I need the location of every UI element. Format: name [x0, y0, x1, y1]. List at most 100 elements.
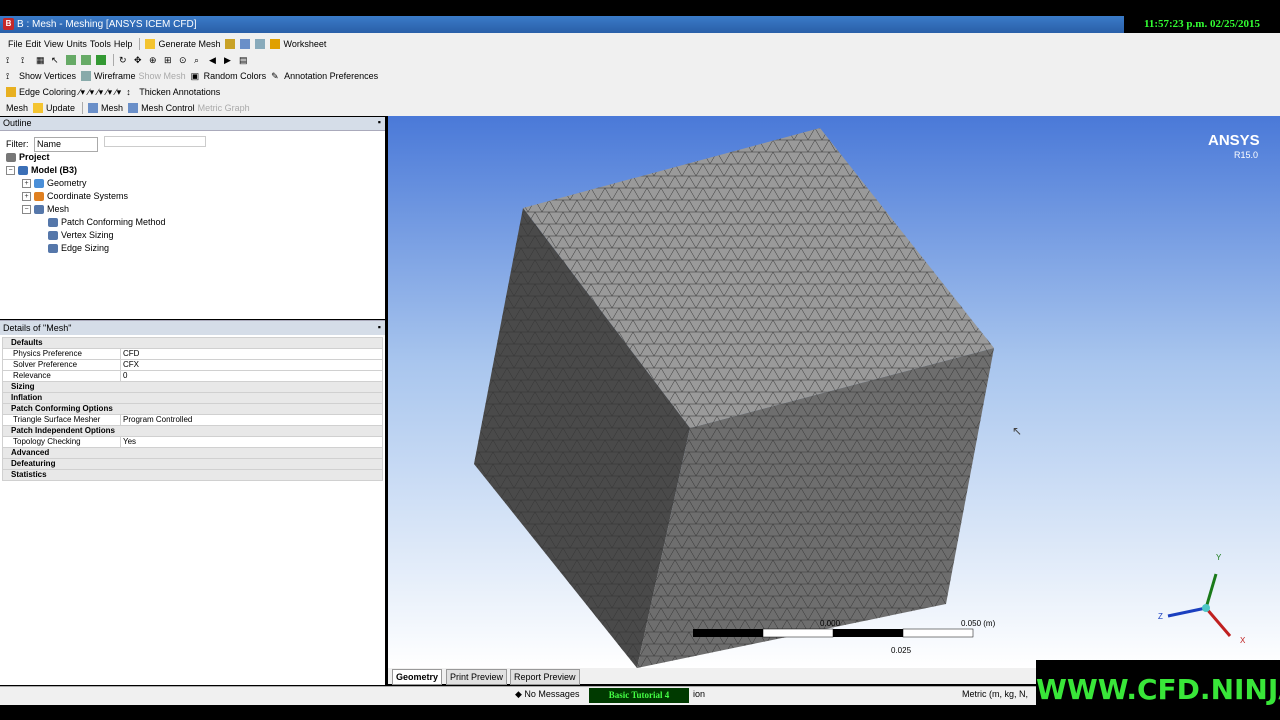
grid-icon[interactable] [240, 39, 251, 49]
details-property-row[interactable]: Physics Preference CFD [2, 348, 383, 360]
edge-dropdown-5[interactable]: ∕▾ [115, 87, 121, 98]
tree-item-vertex-sizing[interactable]: Vertex Sizing [48, 229, 114, 242]
collapse-icon[interactable]: − [22, 205, 31, 215]
edge-coloring-button[interactable]: Edge Coloring [19, 87, 76, 97]
units-status[interactable]: Metric (m, kg, N, [962, 689, 1028, 699]
select-face-icon[interactable] [81, 55, 91, 65]
collapse-icon[interactable]: − [6, 166, 15, 176]
folder-icon[interactable] [225, 39, 236, 49]
zoom-icon[interactable]: ⊕ [149, 55, 159, 65]
edge-dropdown-4[interactable]: ∕▾ [106, 87, 112, 98]
image-icon[interactable] [255, 39, 266, 49]
menu-units[interactable]: Units [66, 39, 87, 49]
views-icon[interactable]: ▤ [239, 55, 249, 65]
details-label: Solver Preference [2, 359, 121, 371]
annotation-preferences-button[interactable]: Annotation Preferences [284, 71, 378, 81]
thicken-annotations-button[interactable]: Thicken Annotations [139, 87, 220, 97]
mesh-menu-button[interactable]: Mesh [101, 103, 123, 113]
edge-dropdown-3[interactable]: ∕▾ [97, 87, 103, 98]
select-body-icon[interactable] [66, 55, 76, 65]
details-property-row[interactable]: Solver Preference CFX [2, 359, 383, 371]
generate-mesh-icon[interactable] [145, 39, 156, 49]
mesh-control-icon [128, 103, 139, 113]
worksheet-button[interactable]: Worksheet [283, 39, 326, 49]
select-vertex-icon[interactable]: ⟟ [6, 55, 16, 65]
details-property-row[interactable]: Topology Checking Yes [2, 436, 383, 448]
previous-view-icon[interactable]: ◀ [209, 55, 219, 65]
separator [139, 38, 141, 50]
select-mode-icon[interactable]: ▦ [36, 55, 46, 65]
details-value[interactable]: Yes [120, 436, 383, 448]
pan-icon[interactable]: ✥ [134, 55, 144, 65]
app-icon[interactable]: B [3, 18, 14, 30]
wireframe-button[interactable]: Wireframe [94, 71, 136, 81]
expand-icon[interactable]: + [22, 179, 31, 189]
messages-status[interactable]: ◆ No Messages [515, 689, 579, 700]
metric-graph-button[interactable]: Metric Graph [198, 103, 250, 113]
menu-view[interactable]: View [44, 39, 63, 49]
magnifier-icon[interactable]: ⌕ [194, 55, 204, 65]
menu-help[interactable]: Help [114, 39, 133, 49]
edge-dropdown-1[interactable]: ∕▾ [79, 87, 85, 98]
geometry-icon [34, 179, 44, 189]
random-colors-icon: ▣ [190, 71, 200, 81]
details-category-row[interactable]: Sizing [2, 381, 383, 393]
tree-item-edge-sizing[interactable]: Edge Sizing [48, 242, 109, 255]
tab-print-preview[interactable]: Print Preview [446, 669, 508, 685]
tree-item-coordinate-systems[interactable]: + Coordinate Systems [22, 190, 128, 203]
select-all-icon[interactable] [96, 55, 106, 65]
display-toolbar: ⟟ Show Vertices Wireframe Show Mesh ▣ Ra… [0, 68, 1280, 84]
rotate-icon[interactable]: ↻ [119, 55, 129, 65]
show-vertices-button[interactable]: Show Vertices [19, 71, 76, 81]
mesh-control-button[interactable]: Mesh Control [141, 103, 195, 113]
next-view-icon[interactable]: ▶ [224, 55, 234, 65]
details-category-row[interactable]: Patch Independent Options [2, 425, 383, 437]
graphics-viewport[interactable] [388, 116, 1280, 668]
random-colors-button[interactable]: Random Colors [204, 71, 267, 81]
edge-toolbar: Edge Coloring ∕▾ ∕▾ ∕▾ ∕▾ ∕▾ ↕ Thicken A… [0, 84, 1280, 100]
filter-input[interactable] [103, 136, 206, 147]
zoom-fit-icon[interactable]: ⊙ [179, 55, 189, 65]
scale-bar-white-1 [762, 628, 834, 638]
edge-coloring-icon [6, 87, 16, 97]
details-property-row[interactable]: Relevance 0 [2, 370, 383, 382]
details-value[interactable]: CFX [120, 359, 383, 371]
menu-edit[interactable]: Edit [26, 39, 42, 49]
zoom-box-icon[interactable]: ⊞ [164, 55, 174, 65]
details-category-row[interactable]: Defeaturing [2, 458, 383, 470]
worksheet-icon[interactable] [270, 39, 281, 49]
show-mesh-button[interactable]: Show Mesh [139, 71, 186, 81]
select-edge-icon[interactable]: ⟟ [21, 55, 31, 65]
tree-item-model[interactable]: − Model (B3) [6, 164, 77, 177]
details-property-row[interactable]: Triangle Surface Mesher Program Controlle… [2, 414, 383, 426]
tab-report-preview[interactable]: Report Preview [510, 669, 580, 685]
details-category-row[interactable]: Defaults [2, 337, 383, 349]
cursor-icon[interactable]: ↖ [51, 55, 61, 65]
details-value[interactable]: Program Controlled [120, 414, 383, 426]
details-category-row[interactable]: Statistics [2, 469, 383, 481]
update-button[interactable]: Update [46, 103, 75, 113]
details-panel: Defaults Physics Preference CFD Solver Pref… [0, 335, 385, 685]
tree-item-patch-conforming[interactable]: Patch Conforming Method [48, 216, 166, 229]
filter-select[interactable]: Name [34, 137, 99, 152]
pin-icon[interactable]: ▪ [378, 322, 381, 332]
details-category-row[interactable]: Inflation [2, 392, 383, 404]
selection-status: ion [693, 689, 706, 699]
details-category-row[interactable]: Advanced [2, 447, 383, 459]
details-header: Details of "Mesh" ▪ [0, 320, 385, 335]
pin-icon[interactable]: ▪ [378, 117, 381, 127]
tab-geometry[interactable]: Geometry [392, 669, 443, 685]
menu-file[interactable]: File [8, 39, 23, 49]
details-category-row[interactable]: Patch Conforming Options [2, 403, 383, 415]
tree-item-mesh[interactable]: − Mesh [22, 203, 69, 216]
edge-dropdown-2[interactable]: ∕▾ [88, 87, 94, 98]
details-value[interactable]: 0 [120, 370, 383, 382]
details-value[interactable]: CFD [120, 348, 383, 360]
generate-mesh-button[interactable]: Generate Mesh [158, 39, 220, 49]
mesh-cube[interactable] [388, 116, 1280, 668]
tree-item-geometry[interactable]: + Geometry [22, 177, 87, 190]
expand-icon[interactable]: + [22, 192, 31, 202]
details-label: Inflation [2, 392, 383, 404]
menu-tools[interactable]: Tools [90, 39, 111, 49]
tree-item-project[interactable]: Project [6, 151, 50, 164]
